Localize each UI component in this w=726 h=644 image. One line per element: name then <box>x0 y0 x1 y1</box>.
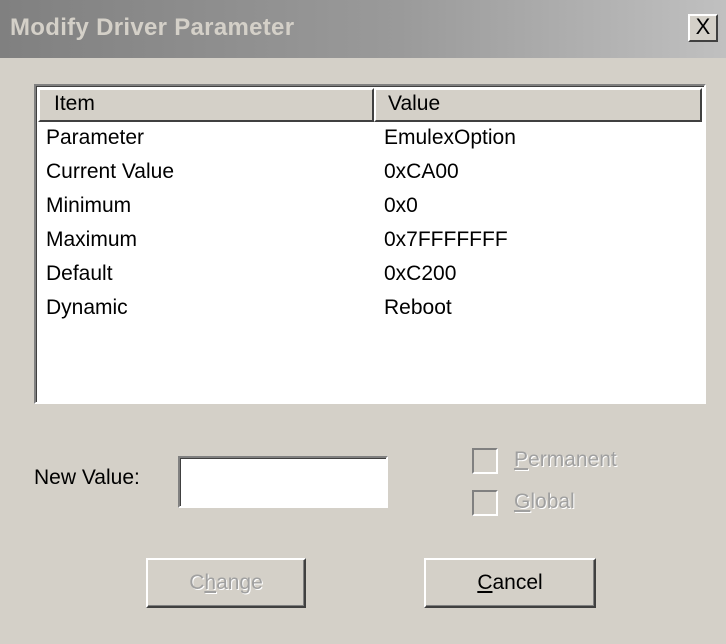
row-value: 0x0 <box>384 194 418 217</box>
modify-driver-parameter-dialog: Modify Driver Parameter X Item Value Par… <box>0 0 726 644</box>
list-row-current-value[interactable]: Current Value 0xCA00 <box>36 158 700 192</box>
list-row-dynamic[interactable]: Dynamic Reboot <box>36 294 700 328</box>
row-item: Maximum <box>46 228 138 251</box>
global-label: Global <box>514 490 575 513</box>
row-value: 0xC200 <box>384 262 457 285</box>
permanent-label: Permanent <box>514 448 617 471</box>
list-row-minimum[interactable]: Minimum 0x0 <box>36 192 700 226</box>
parameter-list[interactable]: Item Value Parameter EmulexOption Curren… <box>34 84 706 404</box>
cancel-button[interactable]: Cancel <box>424 558 596 608</box>
new-value-input[interactable] <box>178 456 388 508</box>
row-item: Parameter <box>46 126 145 149</box>
row-value: EmulexOption <box>384 126 516 149</box>
row-item: Minimum <box>46 194 132 217</box>
row-item: Default <box>46 262 113 285</box>
change-button[interactable]: Change <box>146 558 306 608</box>
column-header-item[interactable]: Item <box>38 88 374 122</box>
row-value: 0xCA00 <box>384 160 459 183</box>
window-title: Modify Driver Parameter <box>10 14 295 41</box>
permanent-checkbox[interactable] <box>472 448 498 474</box>
row-value: 0x7FFFFFFF <box>384 228 508 251</box>
title-bar[interactable]: Modify Driver Parameter X <box>0 0 726 58</box>
list-rows: Parameter EmulexOption Current Value 0xC… <box>36 124 700 328</box>
row-item: Current Value <box>46 160 175 183</box>
close-icon: X <box>695 14 711 39</box>
list-row-default[interactable]: Default 0xC200 <box>36 260 700 294</box>
new-value-label: New Value: <box>34 466 140 489</box>
row-item: Dynamic <box>46 296 128 319</box>
list-header: Item Value <box>38 88 702 122</box>
row-value: Reboot <box>384 296 452 319</box>
list-row-parameter[interactable]: Parameter EmulexOption <box>36 124 700 158</box>
list-row-maximum[interactable]: Maximum 0x7FFFFFFF <box>36 226 700 260</box>
column-header-value[interactable]: Value <box>374 88 702 122</box>
close-button[interactable]: X <box>688 14 718 42</box>
global-checkbox[interactable] <box>472 490 498 516</box>
